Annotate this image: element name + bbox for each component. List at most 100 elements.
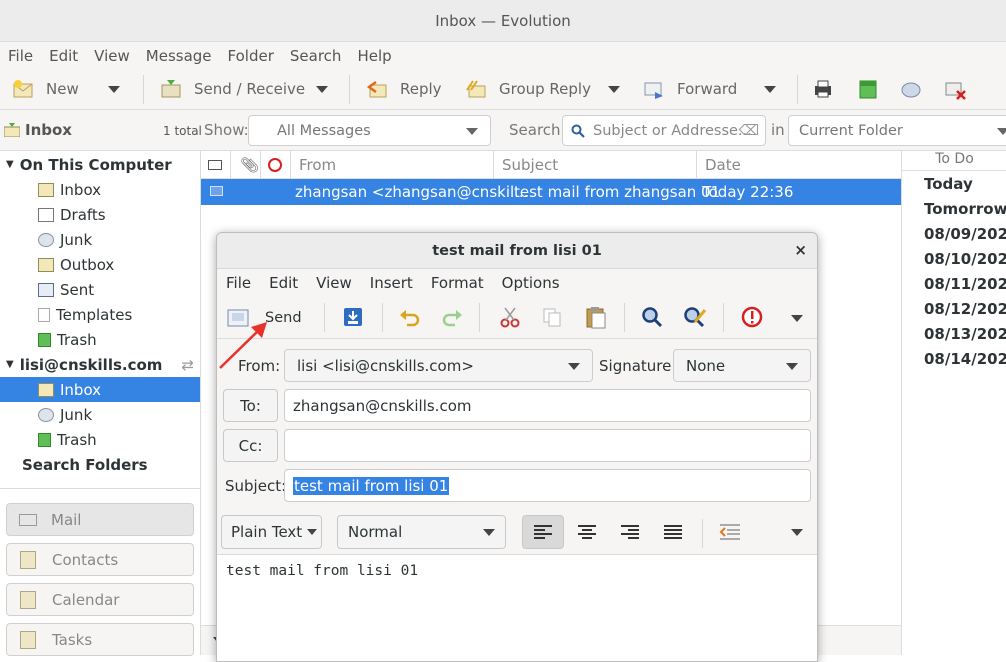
find-replace-icon[interactable] (683, 306, 707, 328)
save-draft-icon[interactable] (342, 306, 364, 328)
align-center-icon[interactable] (577, 524, 597, 540)
column-status[interactable] (201, 151, 231, 179)
to-field[interactable]: zhangsan@cnskills.com (284, 389, 811, 422)
paragraph-style-select[interactable]: Normal (337, 515, 506, 549)
chevron-down-icon[interactable] (791, 529, 803, 536)
folder-sent[interactable]: Sent (0, 277, 200, 302)
signature-select[interactable]: None (673, 349, 811, 382)
todo-day[interactable]: 08/14/2022 (924, 350, 1006, 368)
sync-icon[interactable]: ⇄ (181, 356, 194, 374)
folder-outbox[interactable]: Outbox (0, 252, 200, 277)
align-right-icon[interactable] (620, 524, 640, 540)
close-icon[interactable]: × (794, 241, 807, 259)
expander-icon[interactable]: ▼ (6, 359, 14, 370)
column-from[interactable]: From (291, 151, 494, 179)
new-button[interactable]: New (12, 69, 79, 109)
account-on-this-computer[interactable]: ▼ On This Computer (0, 152, 200, 177)
reply-button[interactable]: Reply (366, 69, 442, 109)
forward-button[interactable]: Forward (643, 69, 737, 109)
cut-icon[interactable] (500, 306, 520, 328)
switcher-calendar[interactable]: Calendar (6, 583, 194, 616)
junk-button[interactable] (900, 69, 934, 109)
menu-view[interactable]: View (86, 47, 138, 65)
send-receive-dropdown[interactable] (316, 69, 328, 109)
menu-help[interactable]: Help (349, 47, 399, 65)
folder-account-junk[interactable]: Junk (0, 402, 200, 427)
search-input[interactable]: Subject or Addresse... ⌫ (562, 115, 766, 146)
delete-button[interactable] (944, 69, 978, 109)
switcher-contacts[interactable]: Contacts (6, 543, 194, 576)
cc-field[interactable] (284, 429, 811, 462)
folder-inbox[interactable]: Inbox (0, 177, 200, 202)
to-value: zhangsan@cnskills.com (293, 396, 472, 415)
chevron-down-icon (568, 363, 580, 370)
expander-icon[interactable]: ▼ (6, 159, 14, 170)
clear-search-icon[interactable]: ⌫ (738, 123, 759, 139)
show-filter-select[interactable]: All Messages (248, 115, 491, 146)
todo-day[interactable]: 08/12/2022 (924, 300, 1006, 318)
subject-field[interactable]: test mail from lisi 01 (284, 469, 811, 502)
menu-search[interactable]: Search (282, 47, 350, 65)
folder-junk[interactable]: Junk (0, 227, 200, 252)
todo-day[interactable]: 08/09/2022 (924, 225, 1006, 243)
group-reply-button[interactable]: Group Reply (465, 69, 591, 109)
outdent-icon[interactable] (719, 523, 741, 541)
search-folders-label: Search Folders (22, 455, 148, 474)
print-button[interactable] (812, 69, 846, 109)
format-mode-select[interactable]: Plain Text (221, 515, 322, 549)
account-lisi[interactable]: ▼ lisi@cnskills.com ⇄ (0, 352, 200, 377)
column-attachment[interactable]: 📎︎ (231, 151, 261, 179)
composer-menu-view[interactable]: View (307, 274, 361, 292)
composer-menu-file[interactable]: File (217, 274, 260, 292)
redo-icon[interactable] (441, 307, 463, 327)
folder-account-trash[interactable]: Trash (0, 427, 200, 452)
chevron-down-icon[interactable] (791, 315, 803, 322)
priority-icon[interactable] (741, 306, 763, 328)
find-icon[interactable] (641, 306, 663, 328)
column-subject[interactable]: Subject (494, 151, 697, 179)
menu-file[interactable]: File (0, 47, 41, 65)
column-flag[interactable] (261, 151, 291, 179)
switcher-tasks[interactable]: Tasks (6, 623, 194, 656)
folder-trash[interactable]: Trash (0, 327, 200, 352)
todo-day[interactable]: 08/11/2022 (924, 275, 1006, 293)
message-row[interactable]: zhangsan <zhangsan@cnskil... test mail f… (201, 179, 901, 205)
folder-drafts[interactable]: Drafts (0, 202, 200, 227)
todo-day[interactable]: 08/13/2022 (924, 325, 1006, 343)
search-scope-select[interactable]: Current Folder (788, 115, 1006, 146)
paste-icon[interactable] (585, 305, 607, 329)
message-body-editor[interactable]: test mail from lisi 01 (217, 555, 817, 661)
menu-edit[interactable]: Edit (41, 47, 86, 65)
undo-icon[interactable] (399, 307, 421, 327)
menu-folder[interactable]: Folder (220, 47, 282, 65)
folder-templates[interactable]: Templates (0, 302, 200, 327)
todo-day[interactable]: Today (924, 175, 973, 193)
menu-message[interactable]: Message (138, 47, 220, 65)
switcher-mail[interactable]: Mail (6, 503, 194, 536)
search-folders[interactable]: Search Folders (0, 452, 200, 477)
copy-icon[interactable] (542, 307, 562, 327)
todo-day[interactable]: Tomorrow (924, 200, 1006, 218)
forward-dropdown[interactable] (764, 69, 776, 109)
column-date[interactable]: Date (697, 151, 901, 179)
composer-menu-insert[interactable]: Insert (361, 274, 422, 292)
todo-day[interactable]: 08/10/2022 (924, 250, 1006, 268)
align-left-button[interactable] (522, 515, 564, 549)
delete-mail-icon (945, 82, 966, 100)
folder-account-inbox[interactable]: Inbox (0, 377, 200, 402)
toolbar-separator (349, 75, 350, 104)
group-reply-dropdown[interactable] (608, 69, 620, 109)
new-dropdown[interactable] (108, 69, 120, 109)
cc-button[interactable]: Cc: (223, 429, 278, 462)
archive-button[interactable] (857, 69, 891, 109)
cc-button-label: Cc: (238, 436, 263, 455)
composer-menu-edit[interactable]: Edit (260, 274, 307, 292)
from-select[interactable]: lisi <lisi@cnskills.com> (284, 349, 593, 382)
composer-menu-format[interactable]: Format (422, 274, 493, 292)
to-button[interactable]: To: (223, 389, 278, 422)
send-receive-button[interactable]: Send / Receive (160, 69, 305, 109)
justify-icon[interactable] (663, 524, 683, 540)
chevron-down-icon (786, 363, 798, 370)
composer-menubar: File Edit View Insert Format Options (217, 269, 817, 297)
composer-menu-options[interactable]: Options (493, 274, 569, 292)
